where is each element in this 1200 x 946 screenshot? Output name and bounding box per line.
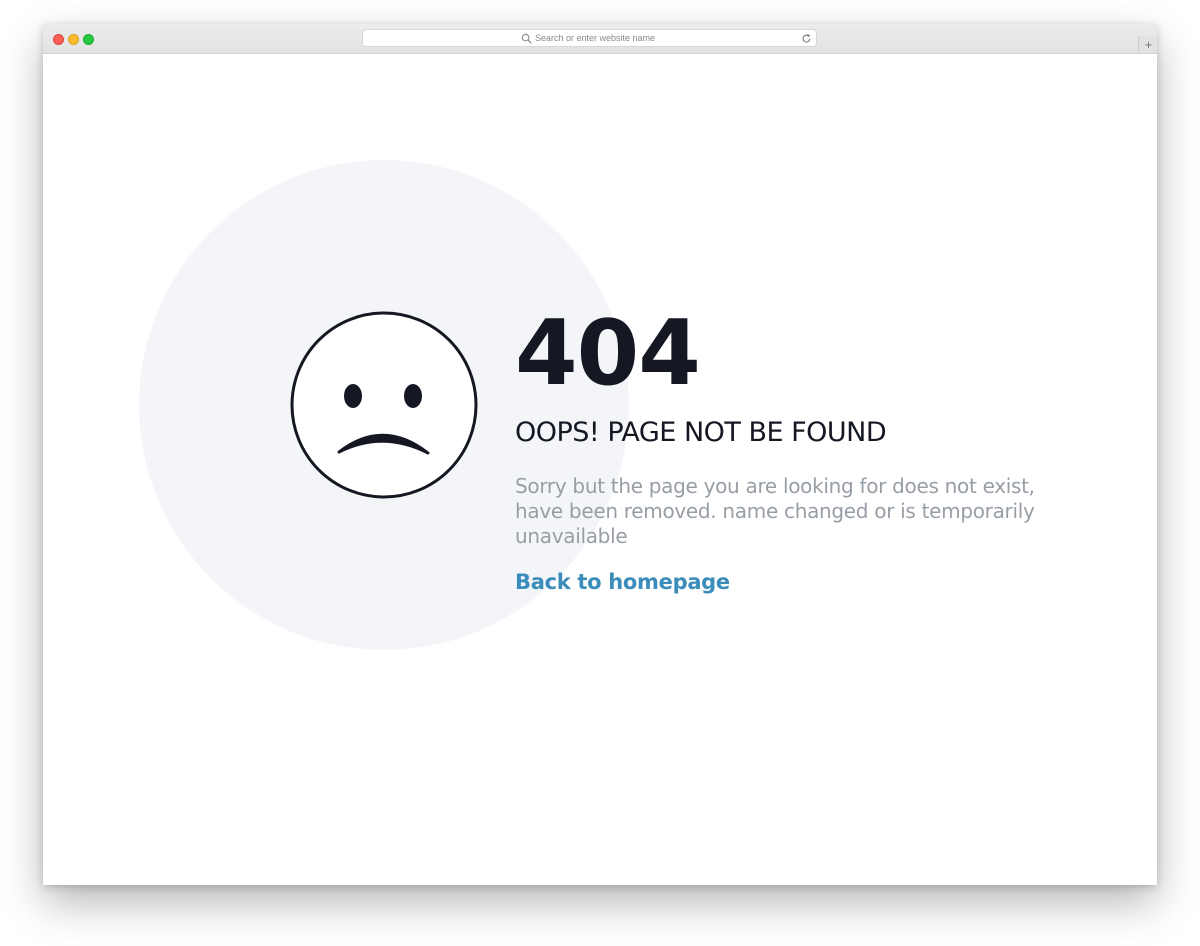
maximize-window-button[interactable] xyxy=(83,34,94,45)
address-bar-placeholder: Search or enter website name xyxy=(535,33,656,43)
page-content: 404 OOPS! PAGE NOT BE FOUND Sorry but th… xyxy=(43,54,1157,885)
back-to-homepage-link[interactable]: Back to homepage xyxy=(515,569,730,595)
search-icon xyxy=(521,33,532,44)
close-window-button[interactable] xyxy=(53,34,64,45)
browser-window: Search or enter website name + 404 OOPS!… xyxy=(43,24,1157,885)
new-tab-button[interactable]: + xyxy=(1138,36,1157,53)
reload-icon[interactable] xyxy=(801,33,812,44)
error-code: 404 xyxy=(515,301,701,406)
address-bar[interactable]: Search or enter website name xyxy=(362,29,817,47)
error-message: Sorry but the page you are looking for d… xyxy=(515,474,1035,548)
error-text-block: 404 OOPS! PAGE NOT BE FOUND Sorry but th… xyxy=(515,304,1095,595)
minimize-window-button[interactable] xyxy=(68,34,79,45)
sad-face-icon xyxy=(290,311,478,499)
error-heading: OOPS! PAGE NOT BE FOUND xyxy=(515,417,887,448)
browser-titlebar: Search or enter website name + xyxy=(43,24,1157,54)
